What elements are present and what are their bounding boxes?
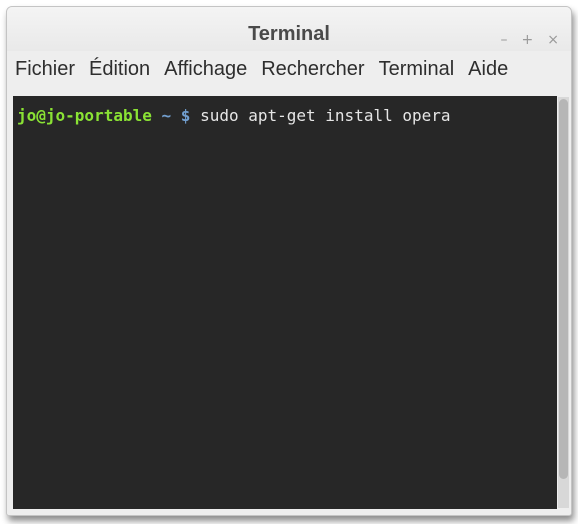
vertical-scrollbar[interactable] xyxy=(558,97,569,508)
maximize-icon[interactable]: + xyxy=(522,33,534,47)
menu-fichier[interactable]: Fichier xyxy=(15,57,75,81)
prompt-symbol: $ xyxy=(180,106,191,125)
window-title: Terminal xyxy=(248,23,330,45)
minimize-icon[interactable]: – xyxy=(501,33,508,47)
menu-terminal[interactable]: Terminal xyxy=(379,57,455,81)
menu-edition[interactable]: Édition xyxy=(89,57,150,81)
close-icon[interactable]: × xyxy=(547,33,559,47)
terminal-output[interactable]: jo@jo-portable ~ $ sudo apt-get install … xyxy=(13,96,557,509)
prompt-path: ~ xyxy=(161,106,172,125)
menu-aide[interactable]: Aide xyxy=(468,57,508,81)
window-controls: – + × xyxy=(501,33,559,47)
command-text: sudo apt-get install opera xyxy=(200,106,451,125)
terminal-window: Terminal – + × Fichier Édition Affichage… xyxy=(6,6,572,516)
menu-bar: Fichier Édition Affichage Rechercher Ter… xyxy=(15,57,508,81)
command-line: jo@jo-portable ~ $ sudo apt-get install … xyxy=(17,106,451,126)
menu-affichage[interactable]: Affichage xyxy=(164,57,247,81)
prompt-user: jo@jo-portable xyxy=(17,106,152,125)
scrollbar-thumb[interactable] xyxy=(559,99,568,479)
title-bar[interactable]: Terminal – + × xyxy=(7,7,571,51)
menu-rechercher[interactable]: Rechercher xyxy=(261,57,364,81)
